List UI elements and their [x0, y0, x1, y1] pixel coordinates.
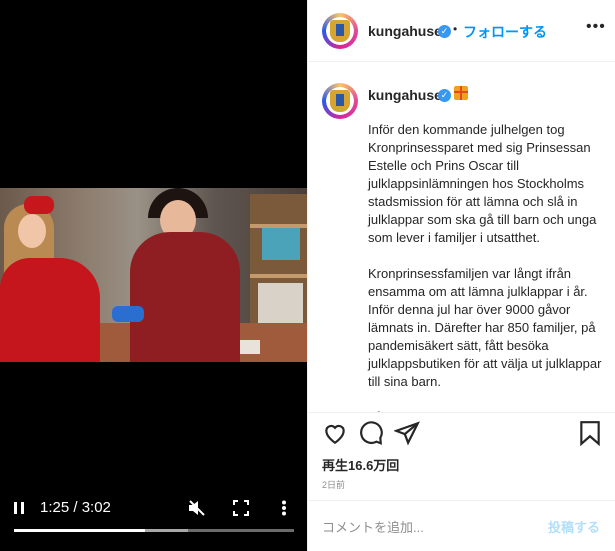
post-side-panel: kungahuset ✓ • フォローする ••• kungahuset ✓ I…: [307, 0, 615, 551]
girl-red-dress: [0, 258, 100, 362]
progress-bar[interactable]: [14, 529, 294, 532]
caption-username[interactable]: kungahuset: [368, 87, 447, 103]
time-display: 1:25 / 3:02: [40, 499, 111, 516]
more-vertical-icon[interactable]: [276, 498, 292, 518]
avatar[interactable]: [322, 83, 358, 119]
header-username[interactable]: kungahuset: [368, 23, 447, 39]
action-bar: [308, 420, 615, 450]
avatar[interactable]: [322, 13, 358, 49]
follow-button[interactable]: フォローする: [463, 22, 547, 42]
toy-box: [262, 228, 300, 260]
toy-gift: [112, 306, 144, 322]
caption-area[interactable]: kungahuset ✓ Inför den kommande julhelge…: [308, 63, 615, 413]
fullscreen-icon[interactable]: [231, 498, 251, 518]
pause-icon[interactable]: [10, 498, 28, 518]
gift-emoji-icon: [454, 86, 468, 100]
video-controls: 1:25 / 3:02: [0, 494, 307, 524]
share-icon[interactable]: [392, 420, 422, 448]
buffered-range: [144, 529, 188, 532]
toy-box: [258, 283, 303, 323]
bookmark-icon[interactable]: [578, 420, 606, 448]
verified-badge-icon: ✓: [438, 89, 451, 102]
comment-bar: コメントを追加... 投稿する: [308, 500, 615, 551]
comment-input[interactable]: コメントを追加...: [322, 517, 424, 536]
view-count[interactable]: 再生16.6万回: [322, 455, 399, 474]
muted-speaker-icon[interactable]: [186, 498, 208, 518]
post-header: kungahuset ✓ • フォローする •••: [308, 0, 615, 62]
video-player[interactable]: 1:25 / 3:02: [0, 0, 307, 551]
royal-crest-icon: [330, 90, 350, 112]
separator-dot: •: [453, 22, 458, 36]
video-frame[interactable]: [0, 188, 307, 362]
girl-face: [18, 214, 46, 248]
verified-badge-icon: ✓: [438, 25, 451, 38]
post-date[interactable]: 2日前: [322, 478, 345, 491]
post-caption: Inför den kommande julhelgen tog Kronpri…: [368, 122, 602, 412]
comment-icon[interactable]: [358, 420, 386, 448]
royal-crest-icon: [330, 20, 350, 42]
post-comment-button[interactable]: 投稿する: [548, 517, 600, 536]
shelf-board: [250, 274, 307, 278]
red-bow: [24, 196, 54, 214]
woman-red-dress: [130, 232, 240, 362]
more-options-icon[interactable]: •••: [586, 18, 606, 36]
heart-icon[interactable]: [322, 420, 350, 448]
played-range: [14, 529, 145, 532]
